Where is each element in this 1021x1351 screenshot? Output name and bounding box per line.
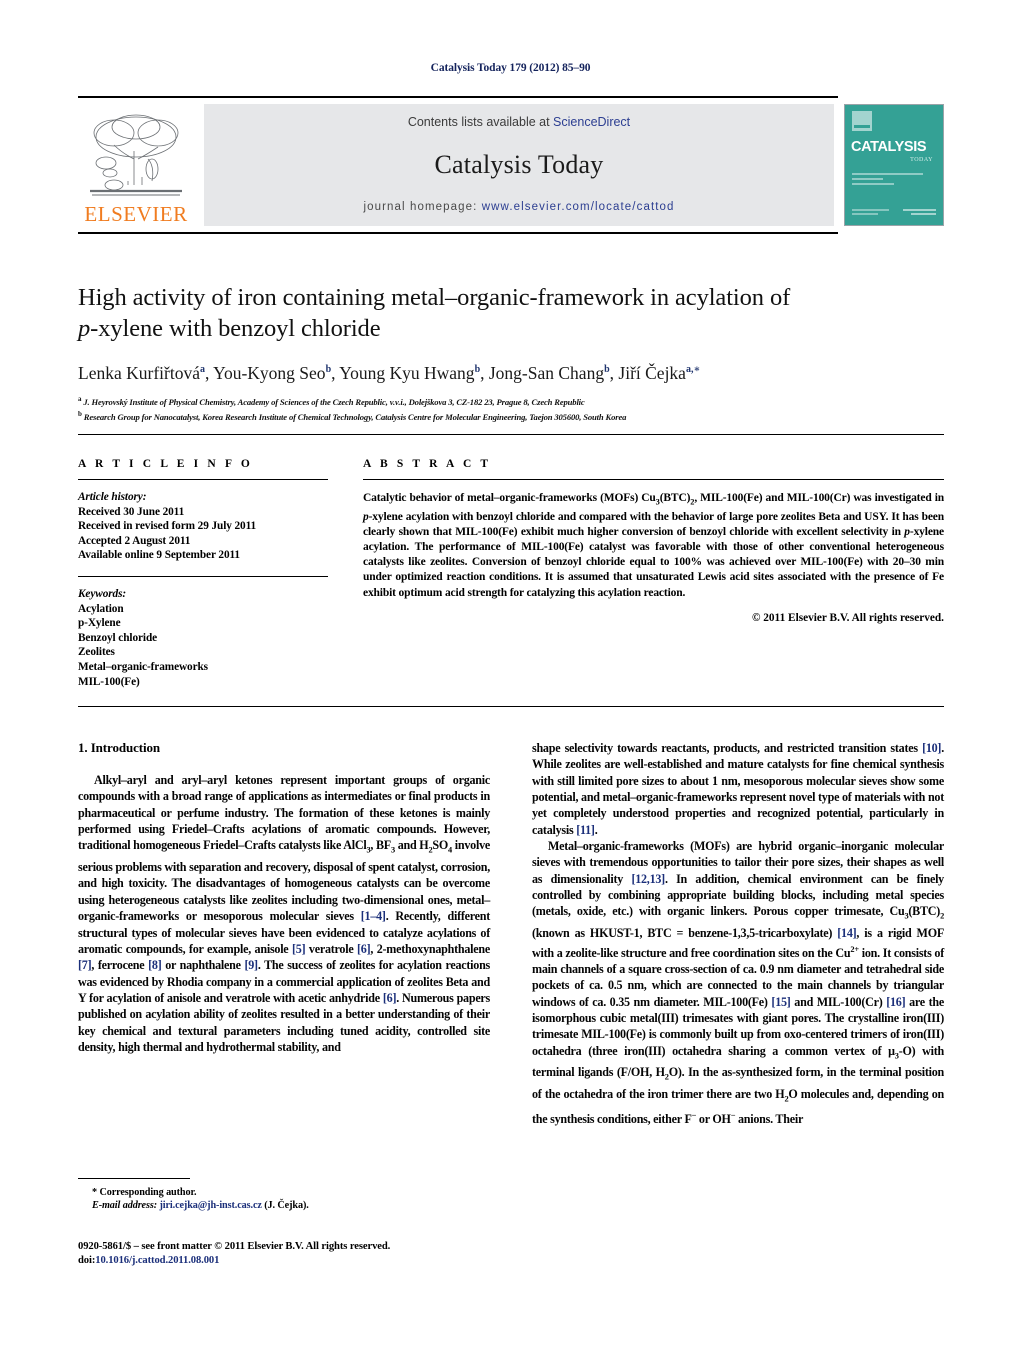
sciencedirect-band: Contents lists available at ScienceDirec…: [204, 104, 834, 226]
contents-available-line: Contents lists available at ScienceDirec…: [408, 115, 630, 129]
title-line-1: High activity of iron containing metal–o…: [78, 284, 791, 311]
abstract-text: Catalytic behavior of metal–organic-fram…: [363, 492, 944, 599]
title-line-2: -xylene with benzoyl chloride: [90, 315, 381, 342]
imprint-block: 0920-5861/$ – see front matter © 2011 El…: [78, 1240, 538, 1268]
journal-title: Catalysis Today: [434, 150, 604, 179]
email-label: E-mail address:: [92, 1200, 158, 1212]
title-bottom-rule: [78, 434, 944, 435]
journal-homepage-line: journal homepage: www.elsevier.com/locat…: [363, 201, 674, 213]
contents-prefix: Contents lists available at: [407, 115, 554, 129]
masthead-top-rule: [78, 96, 838, 98]
running-head: Catalysis Today 179 (2012) 85–90: [430, 62, 591, 74]
doi-line: doi:10.1016/j.cattod.2011.08.001: [78, 1254, 538, 1268]
abstract-copyright: © 2011 Elsevier B.V. All rights reserved…: [751, 611, 944, 624]
author-name: Lenka Kurfiřtová: [78, 362, 200, 383]
author-name: You-Kyong Seo: [213, 362, 326, 383]
keyword-item: Zeolites: [78, 646, 115, 659]
body-columns: 1. Introduction Alkyl–aryl and aryl–aryl…: [78, 740, 944, 1127]
paragraph: Alkyl–aryl and aryl–aryl ketones represe…: [78, 773, 491, 1054]
affiliation-text: Research Group for Nanocatalyst, Korea R…: [83, 412, 627, 423]
cover-title: CATALYSIS: [851, 139, 927, 155]
homepage-url-link[interactable]: www.elsevier.com/locate/cattod: [482, 201, 675, 213]
author: You-Kyong Seob: [213, 363, 331, 383]
corresponding-author-note: * Corresponding author.: [92, 1187, 197, 1198]
journal-masthead: ELSEVIER Contents lists available at Sci…: [78, 96, 944, 234]
author: Jong-San Changb: [489, 363, 610, 383]
affiliation-marker: b: [78, 410, 82, 419]
body-column-left: 1. Introduction Alkyl–aryl and aryl–aryl…: [78, 740, 490, 1127]
article-info-rule: [78, 479, 328, 480]
keyword-item: Acylation: [78, 602, 124, 615]
history-item: Accepted 2 August 2011: [78, 534, 191, 547]
email-line: E-mail address: jiri.cejka@jh-inst.cas.c…: [78, 1199, 490, 1212]
title-italic-p: p: [78, 315, 91, 342]
keywords-label: Keywords:: [78, 587, 127, 600]
section-heading-introduction: 1. Introduction: [78, 740, 161, 755]
corresponding-author-footnote: * Corresponding author. E-mail address: …: [78, 1178, 490, 1213]
email-link[interactable]: jiri.cejka@jh-inst.cas.cz: [159, 1200, 261, 1211]
front-matter-line: 0920-5861/$ – see front matter © 2011 El…: [78, 1241, 391, 1252]
cover-footer-left-lines: [852, 209, 890, 217]
cover-subtitle: TODAY: [910, 157, 933, 163]
page-title: High activity of iron containing metal–o…: [78, 282, 944, 344]
author-list: Lenka Kurfiřtováa, You-Kyong Seob, Young…: [78, 362, 701, 383]
masthead-bottom-rule: [78, 232, 838, 234]
keywords-rule: [78, 575, 328, 577]
affiliation-text: J. Heyrovský Institute of Physical Chemi…: [83, 396, 585, 407]
keyword-item: Metal–organic-frameworks: [78, 660, 208, 673]
author-affil-marker: a: [199, 364, 205, 375]
abstract-column: A B S T R A C T Catalytic behavior of me…: [363, 458, 944, 689]
history-item: Received in revised form 29 July 2011: [78, 520, 257, 533]
affiliation-marker: a: [78, 394, 82, 403]
cover-elsevier-mark-icon: [852, 111, 872, 131]
author-affil-marker: a,∗: [685, 364, 701, 375]
article-info-column: A R T I C L E I N F O Article history: R…: [78, 458, 328, 689]
author-name: Young Kyu Hwang: [339, 362, 475, 383]
history-item: Available online 9 September 2011: [78, 549, 240, 562]
journal-cover-thumbnail: CATALYSIS TODAY: [844, 104, 944, 226]
paragraph: shape selectivity towards reactants, pro…: [532, 741, 944, 837]
keyword-item: MIL-100(Fe): [78, 675, 140, 688]
doi-label: doi:: [78, 1255, 96, 1266]
affiliations: a J. Heyrovský Institute of Physical Che…: [78, 393, 944, 424]
paragraph: Metal–organic-frameworks (MOFs) are hybr…: [532, 839, 945, 1126]
footnote-rule: [78, 1178, 190, 1179]
article-info-heading: A R T I C L E I N F O: [78, 458, 253, 470]
email-owner: (J. Čejka).: [264, 1200, 309, 1212]
doi-value[interactable]: 10.1016/j.cattod.2011.08.001: [95, 1255, 219, 1266]
author: Jiří Čejkaa,∗: [618, 363, 700, 383]
cover-text-placeholder: [852, 173, 929, 188]
keywords-block: Keywords: Acylation p-Xylene Benzoyl chl…: [78, 587, 328, 689]
author-name: Jong-San Chang: [488, 362, 605, 383]
elsevier-tree-icon: [90, 114, 182, 196]
author: Young Kyu Hwangb: [339, 363, 480, 383]
body-column-right: shape selectivity towards reactants, pro…: [532, 740, 944, 1127]
cover-footer-right-lines: [895, 209, 936, 217]
author-affil-marker: b: [325, 364, 332, 375]
paper-page: Catalysis Today 179 (2012) 85–90 ELSEVIE…: [0, 0, 1021, 1351]
author: Lenka Kurfiřtováa: [78, 363, 205, 383]
abstract-bottom-rule: [78, 706, 944, 707]
elsevier-wordmark: ELSEVIER: [84, 202, 188, 226]
abstract-rule: [363, 479, 944, 480]
history-item: Received 30 June 2011: [78, 505, 185, 518]
keyword-item: Benzoyl chloride: [78, 631, 158, 644]
abstract-heading: A B S T R A C T: [363, 458, 492, 470]
sciencedirect-link[interactable]: ScienceDirect: [553, 115, 630, 129]
author-name: Jiří Čejka: [618, 362, 686, 383]
article-history: Article history: Received 30 June 2011 R…: [78, 490, 328, 563]
author-affil-marker: b: [474, 364, 481, 375]
article-history-label: Article history:: [78, 491, 147, 503]
title-block: High activity of iron containing metal–o…: [78, 282, 944, 424]
elsevier-logo: ELSEVIER: [78, 104, 194, 226]
homepage-prefix: journal homepage:: [363, 201, 482, 213]
author-affil-marker: b: [604, 364, 610, 375]
affiliation-b: b Research Group for Nanocatalyst, Korea…: [78, 408, 944, 423]
keyword-item: p-Xylene: [78, 617, 121, 630]
info-abstract-row: A R T I C L E I N F O Article history: R…: [78, 458, 944, 689]
affiliation-a: a J. Heyrovský Institute of Physical Che…: [78, 393, 944, 408]
